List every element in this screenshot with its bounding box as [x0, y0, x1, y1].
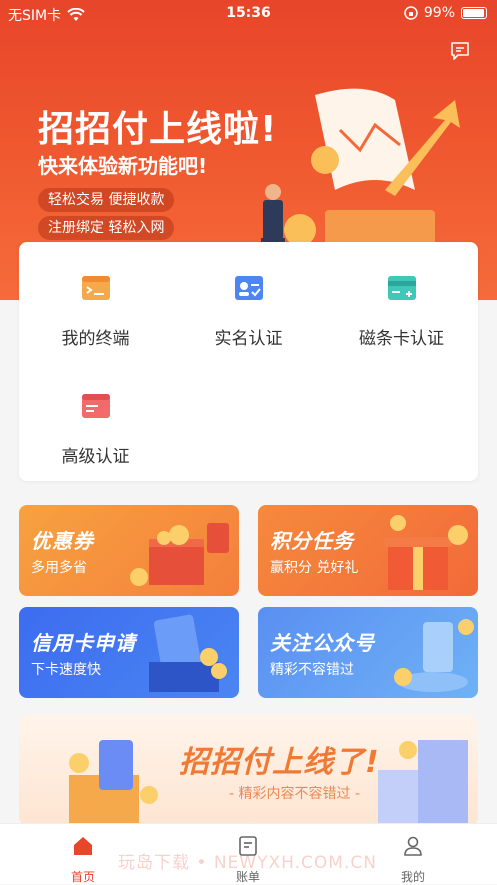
status-bar: 无SIM卡 15:36 99% — [0, 0, 497, 28]
orientation-lock-icon — [404, 6, 418, 20]
promo-follow-official[interactable]: 关注公众号 精彩不容错过 — [258, 607, 478, 698]
menu-item-advanced[interactable]: 高级认证 — [19, 388, 172, 467]
battery-percent: 99% — [423, 5, 455, 21]
promo-credit-card[interactable]: 信用卡申请 下卡速度快 — [19, 607, 239, 698]
building-illustration — [378, 740, 468, 825]
hero-tag: 轻松交易 便捷收款 — [38, 188, 175, 212]
promo-desc: 多用多省 — [31, 560, 87, 576]
menu-item-realname[interactable]: 实名认证 — [172, 270, 325, 349]
launch-banner[interactable]: 招招付上线了! - 精彩内容不容错过 - — [19, 715, 478, 825]
gift-box-illustration — [384, 515, 468, 590]
credit-card-illustration — [149, 614, 227, 692]
id-card-icon — [234, 276, 263, 300]
promo-title: 关注公众号 — [270, 631, 375, 655]
banner-title: 招招付上线了! — [179, 745, 380, 780]
tab-label: 我的 — [400, 870, 425, 884]
promo-title: 积分任务 — [270, 529, 354, 553]
promo-desc: 下卡速度快 — [31, 662, 101, 678]
message-icon[interactable] — [449, 40, 471, 62]
profile-icon — [404, 836, 422, 856]
menu-item-terminal[interactable]: 我的终端 — [19, 270, 172, 349]
promo-desc: 赢积分 兑好礼 — [270, 560, 359, 576]
feature-menu: 我的终端 实名认证 磁条卡认证 高级认证 — [19, 242, 478, 481]
home-icon — [74, 837, 92, 855]
terminal-icon — [81, 276, 110, 300]
phone-illustration — [394, 619, 474, 692]
menu-item-label: 高级认证 — [61, 447, 130, 467]
advanced-card-icon — [81, 394, 110, 418]
magstripe-card-icon — [387, 276, 416, 300]
tab-profile[interactable]: 我的 — [363, 834, 463, 885]
promo-title: 信用卡申请 — [31, 631, 136, 655]
menu-item-magstripe[interactable]: 磁条卡认证 — [325, 270, 478, 349]
battery-icon — [461, 7, 487, 19]
promo-desc: 精彩不容错过 — [270, 662, 354, 678]
menu-item-label: 我的终端 — [61, 329, 130, 349]
promo-title: 优惠券 — [31, 529, 94, 553]
menu-item-label: 实名认证 — [214, 329, 283, 349]
gift-box-illustration — [130, 523, 229, 586]
hero-title: 招招付上线啦! — [38, 109, 278, 150]
promo-coupons[interactable]: 优惠券 多用多省 — [19, 505, 239, 596]
watermark: 玩岛下载 • NEWYXH.COM.CN — [118, 853, 377, 873]
hero-tag: 注册绑定 轻松入网 — [38, 216, 175, 240]
promo-points-tasks[interactable]: 积分任务 赢积分 兑好礼 — [258, 505, 478, 596]
menu-item-label: 磁条卡认证 — [359, 329, 444, 349]
banner-subtitle: - 精彩内容不容错过 - — [229, 786, 361, 802]
hero-subtitle: 快来体验新功能吧! — [38, 154, 208, 178]
phone-illustration — [69, 740, 158, 825]
